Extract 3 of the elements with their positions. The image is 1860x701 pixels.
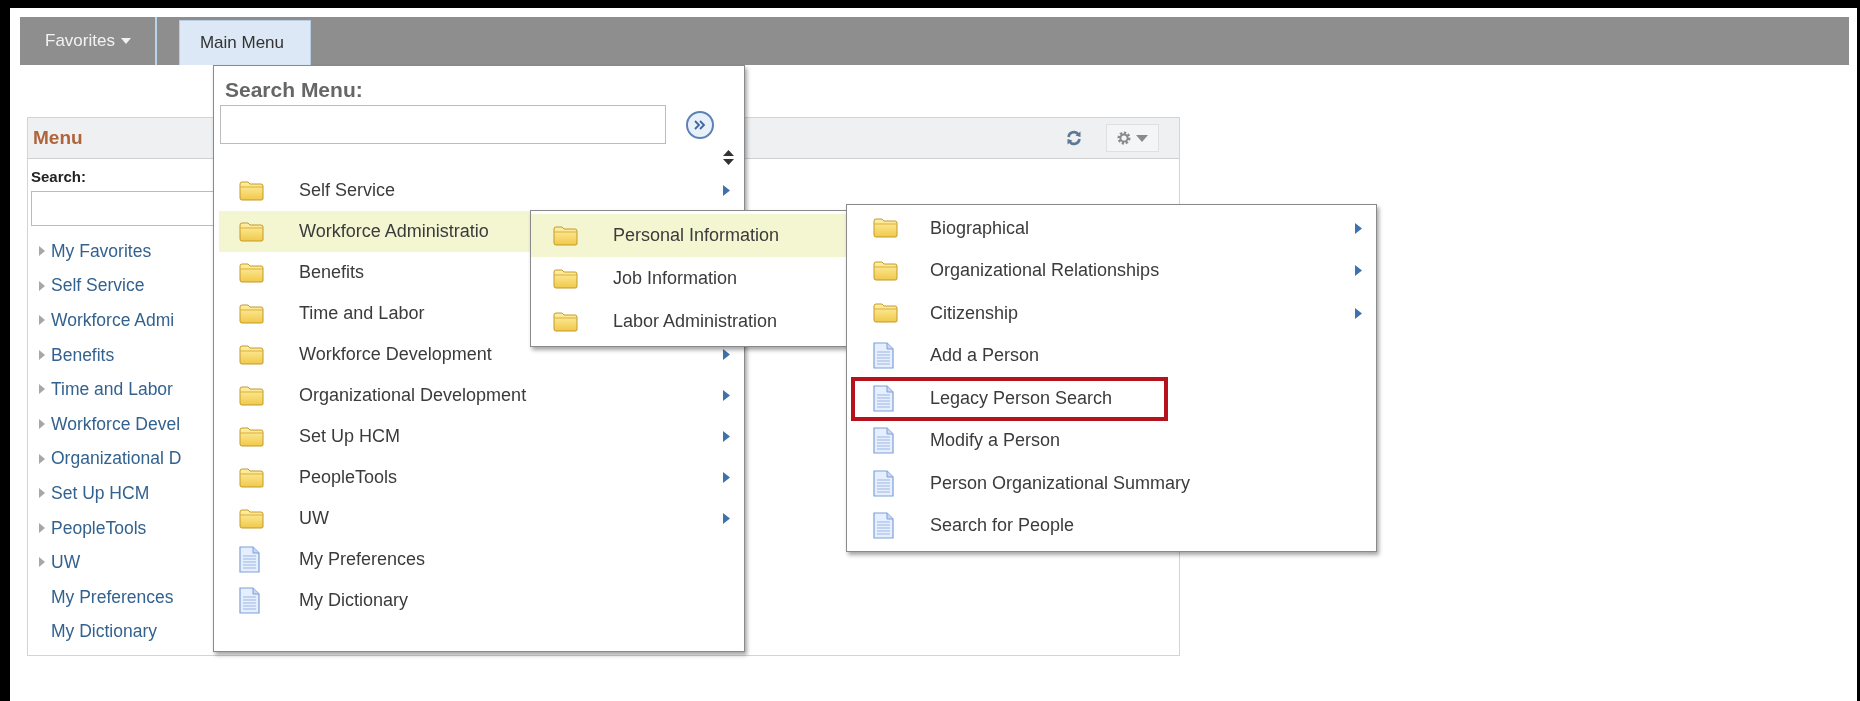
search-menu-label: Search Menu: (224, 78, 364, 102)
search-label: Search: (31, 168, 88, 185)
panel-title: Menu (33, 127, 84, 149)
